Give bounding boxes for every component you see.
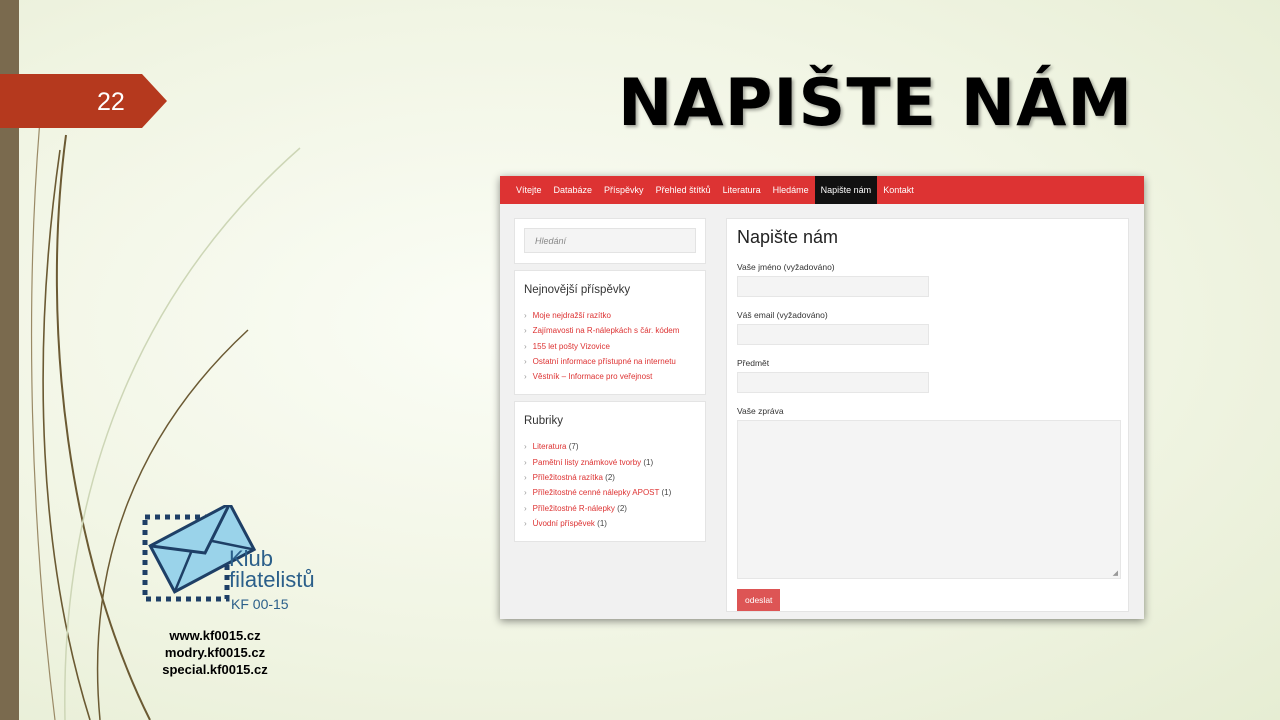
- subject-input[interactable]: [737, 372, 929, 393]
- recent-post-link[interactable]: Zajímavosti na R-nálepkách s čár. kódem: [524, 323, 696, 338]
- category-item: Literatura (7): [524, 439, 696, 454]
- search-input[interactable]: Hledání: [524, 228, 696, 253]
- category-link[interactable]: Příležitostná razítka: [533, 473, 603, 482]
- submit-button[interactable]: odeslat: [737, 589, 781, 611]
- nav-item-databaze[interactable]: Databáze: [548, 176, 599, 204]
- slide-title: NAPIŠTE NÁM: [618, 66, 1134, 141]
- category-item: Pamětní listy známkové tvorby (1): [524, 455, 696, 470]
- recent-post-link[interactable]: Věstník – Informace pro veřejnost: [524, 369, 696, 384]
- recent-posts-widget: Nejnovější příspěvky Moje nejdražší razí…: [514, 270, 706, 396]
- category-item: Příležitostné R-nálepky (2): [524, 501, 696, 516]
- category-link[interactable]: Příležitostné R-nálepky: [533, 504, 615, 513]
- main-nav: Vítejte Databáze Příspěvky Přehled štítk…: [500, 176, 1144, 204]
- nav-item-kontakt[interactable]: Kontakt: [877, 176, 920, 204]
- site-link[interactable]: special.kf0015.cz: [150, 661, 280, 678]
- nav-item-napiste-nam[interactable]: Napište nám: [814, 176, 878, 204]
- name-input[interactable]: [737, 276, 929, 297]
- page-number: 22: [97, 88, 125, 116]
- subject-label: Předmět: [737, 358, 770, 368]
- category-count: (7): [568, 442, 579, 452]
- email-input[interactable]: [737, 324, 929, 345]
- category-item: Příležitostné cenné nálepky APOST (1): [524, 485, 696, 500]
- categories-title: Rubriky: [524, 415, 563, 428]
- name-label: Vaše jméno (vyžadováno): [737, 262, 835, 272]
- recent-post-link[interactable]: Ostatní informace přístupné na internetu: [524, 354, 696, 369]
- nav-item-prehled-stitku[interactable]: Přehled štítků: [650, 176, 717, 204]
- search-widget: Hledání: [514, 218, 706, 264]
- category-link[interactable]: Literatura: [533, 442, 567, 451]
- nav-item-literatura[interactable]: Literatura: [717, 176, 767, 204]
- category-count: (1): [643, 457, 654, 467]
- recent-post-link[interactable]: Moje nejdražší razítko: [524, 308, 696, 323]
- website-screenshot: Vítejte Databáze Příspěvky Přehled štítk…: [500, 176, 1144, 619]
- category-link[interactable]: Příležitostné cenné nálepky APOST: [533, 488, 660, 497]
- recent-post-link[interactable]: 155 let pošty Vizovice: [524, 339, 696, 354]
- page-number-tag: [0, 74, 167, 128]
- category-count: (2): [605, 473, 615, 483]
- message-label: Vaše zpráva: [737, 406, 784, 416]
- site-link[interactable]: www.kf0015.cz: [150, 627, 280, 644]
- logo-text-code: KF 00-15: [231, 596, 289, 612]
- nav-item-prispevky[interactable]: Příspěvky: [598, 176, 650, 204]
- category-item: Příležitostná razítka (2): [524, 470, 696, 485]
- sidebar: Hledání Nejnovější příspěvky Moje nejdra…: [514, 218, 706, 548]
- logo-text-filatelistu: filatelistů: [229, 567, 315, 592]
- categories-widget: Rubriky Literatura (7) Pamětní listy zná…: [514, 401, 706, 543]
- resize-handle-icon[interactable]: ◢: [1113, 569, 1118, 577]
- site-link[interactable]: modry.kf0015.cz: [150, 644, 280, 661]
- contact-form-panel: Napište nám Vaše jméno (vyžadováno) Váš …: [726, 218, 1129, 612]
- category-count: (1): [661, 488, 672, 498]
- logo-text-klub: Klub: [229, 546, 274, 571]
- nav-item-vitejte[interactable]: Vítejte: [510, 176, 548, 204]
- category-item: Úvodní příspěvek (1): [524, 516, 696, 531]
- category-count: (1): [597, 518, 607, 528]
- category-count: (2): [617, 503, 627, 513]
- message-textarea[interactable]: ◢: [737, 420, 1121, 579]
- category-link[interactable]: Pamětní listy známkové tvorby: [533, 458, 641, 467]
- nav-item-hledame[interactable]: Hledáme: [767, 176, 815, 204]
- form-title: Napište nám: [737, 227, 839, 247]
- category-link[interactable]: Úvodní příspěvek: [533, 519, 595, 528]
- recent-posts-title: Nejnovější příspěvky: [524, 284, 631, 296]
- email-label: Váš email (vyžadováno): [737, 310, 828, 320]
- site-links: www.kf0015.cz modry.kf0015.cz special.kf…: [150, 627, 280, 678]
